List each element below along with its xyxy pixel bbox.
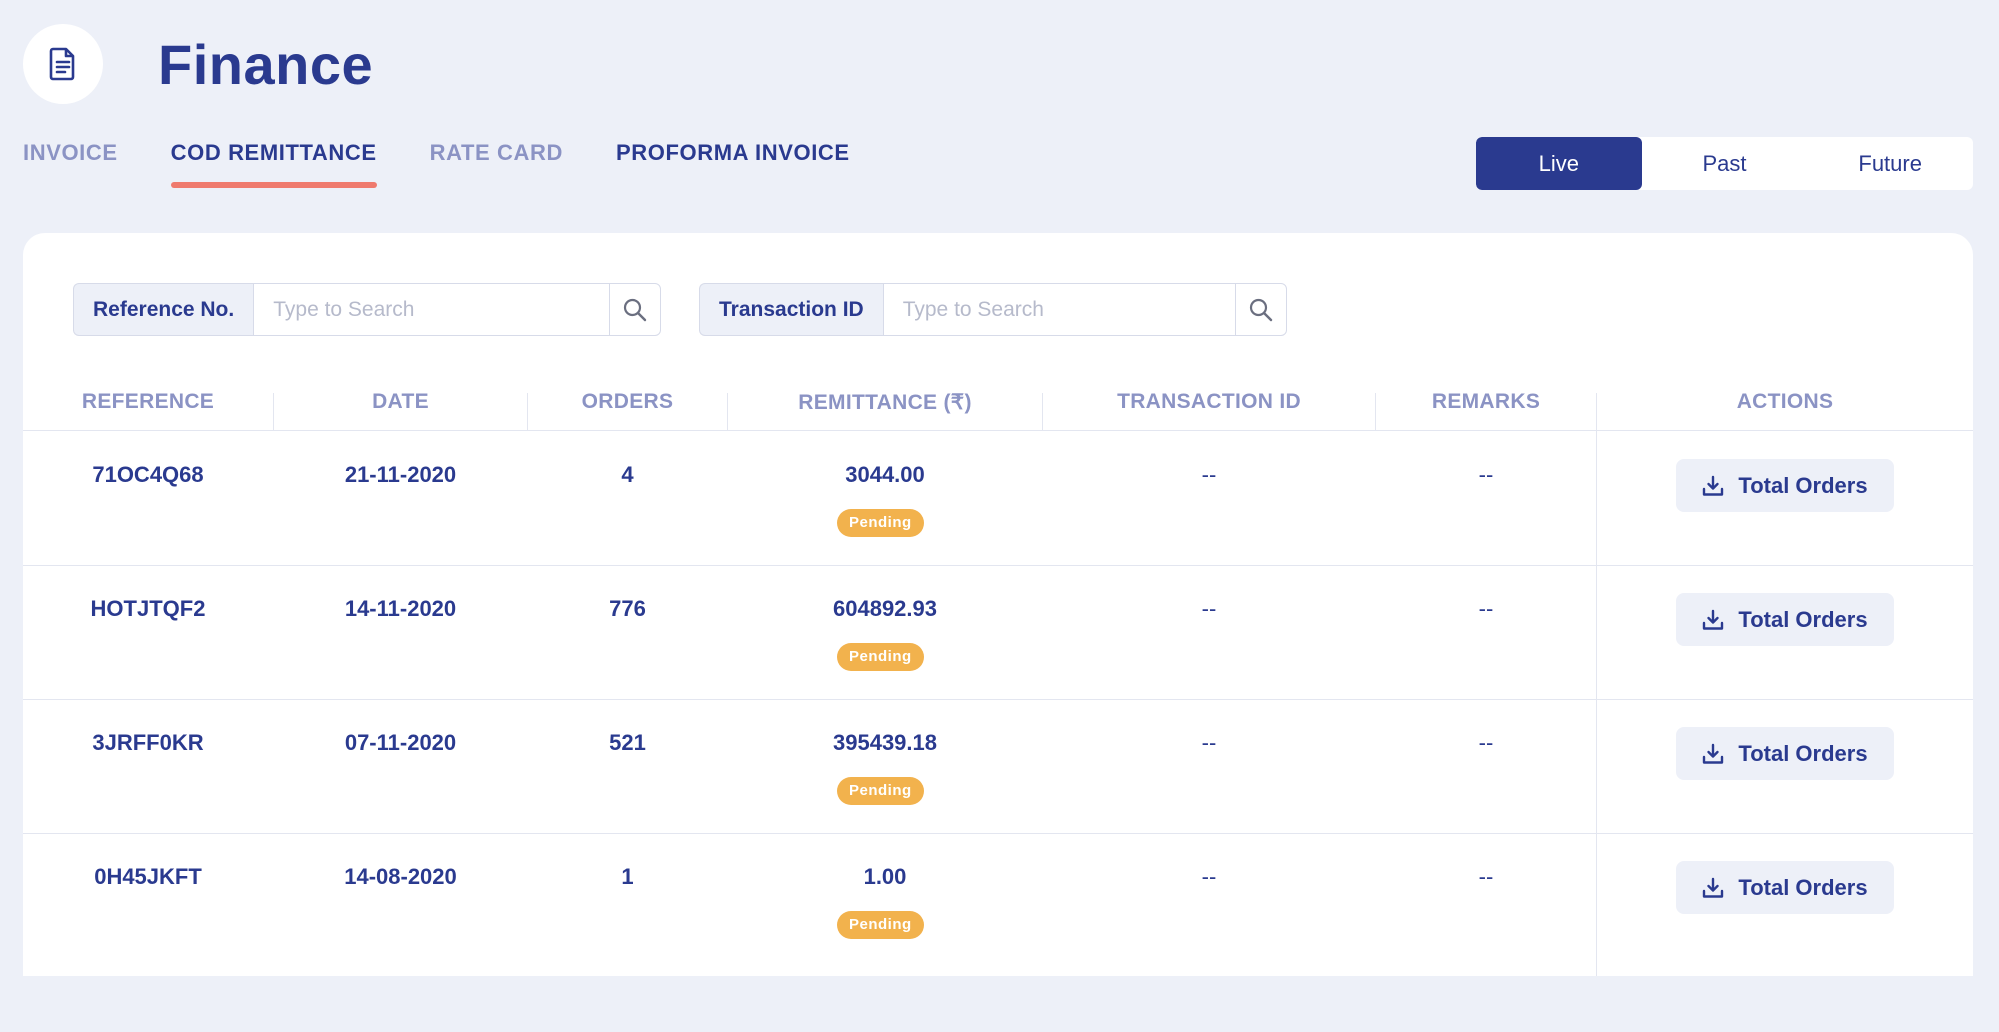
- document-icon: [49, 47, 75, 81]
- orders-cell: 1: [621, 864, 634, 889]
- download-icon: [1703, 475, 1724, 496]
- period-future-button[interactable]: Future: [1807, 137, 1973, 190]
- status-badge: Pending: [837, 777, 924, 805]
- total-orders-download-button[interactable]: Total Orders: [1676, 459, 1894, 512]
- reference-search-input[interactable]: [253, 283, 610, 336]
- download-icon: [1703, 877, 1724, 898]
- transaction-id-cell: --: [1201, 730, 1217, 755]
- period-live-button[interactable]: Live: [1476, 137, 1642, 190]
- total-orders-label: Total Orders: [1738, 606, 1868, 632]
- download-icon: [1703, 743, 1724, 764]
- remarks-cell: --: [1478, 462, 1494, 487]
- search-icon: [1249, 298, 1272, 321]
- table-header: REFERENCE DATE ORDERS REMITTANCE (₹) TRA…: [23, 373, 1973, 431]
- date-cell: 14-11-2020: [344, 596, 457, 621]
- column-remarks[interactable]: REMARKS: [1376, 373, 1596, 431]
- remittance-card: Reference No. Transaction ID REFERENCE D…: [23, 233, 1973, 976]
- transaction-search-input[interactable]: [882, 283, 1235, 336]
- period-toggle: Live Past Future: [1476, 137, 1973, 190]
- orders-cell: 4: [621, 462, 634, 487]
- table-row: 71OC4Q68 21-11-2020 4 3044.00 Pending --…: [23, 432, 1973, 566]
- remarks-cell: --: [1478, 730, 1494, 755]
- remittance-cell: 395439.18: [833, 730, 937, 755]
- tab-invoice[interactable]: INVOICE: [23, 140, 118, 188]
- date-cell: 07-11-2020: [344, 730, 457, 755]
- status-badge: Pending: [837, 643, 924, 671]
- column-orders[interactable]: ORDERS: [528, 373, 727, 431]
- reference-filter-label: Reference No.: [73, 283, 254, 336]
- tab-proforma-invoice[interactable]: PROFORMA INVOICE: [616, 140, 850, 188]
- total-orders-download-button[interactable]: Total Orders: [1676, 593, 1894, 646]
- table-row: HOTJTQF2 14-11-2020 776 604892.93 Pendin…: [23, 566, 1973, 700]
- date-cell: 14-08-2020: [344, 864, 457, 889]
- column-transaction-id[interactable]: TRANSACTION ID: [1043, 373, 1375, 431]
- orders-cell: 776: [609, 596, 646, 621]
- remarks-cell: --: [1478, 864, 1494, 889]
- total-orders-download-button[interactable]: Total Orders: [1676, 727, 1894, 780]
- reference-cell: HOTJTQF2: [90, 596, 206, 621]
- total-orders-label: Total Orders: [1738, 874, 1868, 900]
- reference-search-button[interactable]: [609, 283, 662, 336]
- table-row: 0H45JKFT 14-08-2020 1 1.00 Pending -- --…: [23, 834, 1973, 968]
- transaction-filter-label: Transaction ID: [699, 283, 883, 336]
- total-orders-label: Total Orders: [1738, 740, 1868, 766]
- remarks-cell: --: [1478, 596, 1494, 621]
- finance-logo: [23, 24, 103, 104]
- column-reference[interactable]: REFERENCE: [43, 373, 253, 431]
- date-cell: 21-11-2020: [344, 462, 457, 487]
- total-orders-download-button[interactable]: Total Orders: [1676, 861, 1894, 914]
- column-date[interactable]: DATE: [274, 373, 527, 431]
- reference-filter: Reference No.: [73, 283, 662, 336]
- remittance-cell: 3044.00: [845, 462, 925, 487]
- page-header: Finance: [23, 24, 373, 104]
- total-orders-label: Total Orders: [1738, 472, 1868, 498]
- period-past-button[interactable]: Past: [1642, 137, 1808, 190]
- download-icon: [1703, 609, 1724, 630]
- column-actions: ACTIONS: [1736, 390, 1834, 413]
- transaction-id-cell: --: [1201, 864, 1217, 889]
- remittance-cell: 604892.93: [833, 596, 937, 621]
- reference-cell: 0H45JKFT: [94, 864, 202, 889]
- transaction-id-cell: --: [1201, 596, 1217, 621]
- remittance-cell: 1.00: [863, 864, 907, 889]
- reference-cell: 3JRFF0KR: [92, 730, 204, 755]
- tab-rate-card[interactable]: RATE CARD: [430, 140, 563, 188]
- status-badge: Pending: [837, 911, 924, 939]
- reference-cell: 71OC4Q68: [92, 462, 204, 487]
- transaction-filter: Transaction ID: [699, 283, 1287, 336]
- page-title: Finance: [158, 32, 374, 96]
- table-row: 3JRFF0KR 07-11-2020 521 395439.18 Pendin…: [23, 700, 1973, 834]
- tab-cod-remittance[interactable]: COD REMITTANCE: [170, 140, 377, 188]
- column-remittance[interactable]: REMITTANCE (₹): [728, 373, 1042, 431]
- transaction-search-button[interactable]: [1234, 283, 1287, 336]
- status-badge: Pending: [837, 509, 924, 537]
- search-icon: [624, 298, 647, 321]
- transaction-id-cell: --: [1201, 462, 1217, 487]
- finance-tabs: INVOICE COD REMITTANCE RATE CARD PROFORM…: [23, 140, 903, 188]
- orders-cell: 521: [609, 730, 646, 755]
